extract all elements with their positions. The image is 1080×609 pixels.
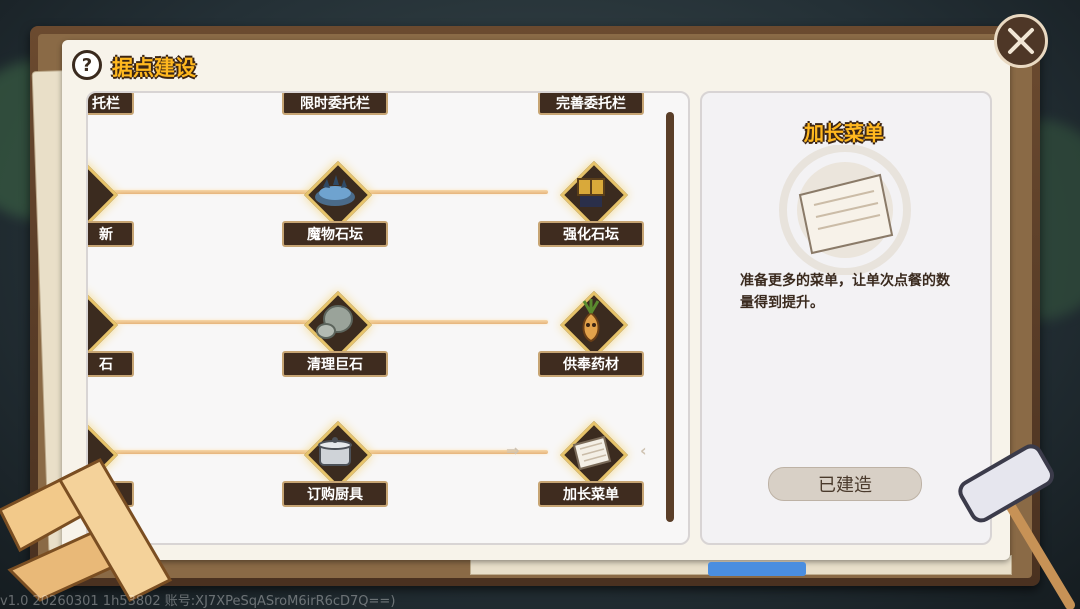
- tree-node[interactable]: [88, 291, 118, 359]
- close-button[interactable]: [994, 14, 1048, 68]
- page-indicator: [708, 562, 806, 576]
- help-button[interactable]: ?: [72, 50, 102, 80]
- tree-node-label[interactable]: 魔物石坛: [282, 221, 388, 247]
- boulder-icon: [316, 305, 353, 339]
- enhance-altar-icon: [577, 178, 605, 207]
- selection-arrow-right-icon: ⇒: [506, 441, 520, 460]
- tree-node-label[interactable]: 石: [88, 351, 134, 377]
- menu-paper-large-icon: [779, 145, 911, 275]
- tree-node-label[interactable]: 清理巨石: [282, 351, 388, 377]
- tree-node-label[interactable]: 强化石坛: [538, 221, 644, 247]
- detail-title: 加长菜单: [804, 121, 884, 145]
- tree-node-label-selected[interactable]: 加长菜单: [538, 481, 644, 507]
- tree-node-label[interactable]: 托栏: [88, 93, 134, 115]
- tree-node-order-cookware[interactable]: [304, 421, 372, 489]
- page-title: 据点建设: [112, 56, 196, 80]
- tree-node-label[interactable]: 供奉药材: [538, 351, 644, 377]
- mandrake-icon: [582, 299, 600, 343]
- tree-node-monster-altar[interactable]: [304, 161, 372, 229]
- tree-node[interactable]: [88, 161, 118, 229]
- detail-description: 准备更多的菜单，让单次点餐的数量得到提升。: [740, 273, 950, 311]
- tree-node-label[interactable]: 订购厨具: [282, 481, 388, 507]
- monster-altar-icon: [315, 175, 355, 206]
- build-watermark: v1.0 20260301 1h53802 账号:XJ7XPeSqASroM6i…: [0, 594, 396, 609]
- tree-node-label[interactable]: 新: [88, 221, 134, 247]
- tree-node-enhance-altar[interactable]: [560, 161, 628, 229]
- hammer-icon: [958, 444, 1075, 609]
- cooking-pot-icon: [318, 437, 352, 466]
- close-icon: [1008, 28, 1034, 54]
- tree-node-label[interactable]: 限时委托栏: [282, 93, 388, 115]
- tree-node-herb-offering[interactable]: [560, 291, 628, 359]
- selection-arrow-left-icon: ‹: [640, 441, 647, 460]
- menu-paper-icon: [572, 435, 612, 471]
- tree-node-extend-menu[interactable]: [560, 421, 628, 489]
- wood-planks-icon: [0, 458, 173, 602]
- tree-node-label[interactable]: 完善委托栏: [538, 93, 644, 115]
- tree-node-clear-boulder[interactable]: [304, 291, 372, 359]
- built-status-button[interactable]: 已建造: [768, 467, 922, 501]
- tree-scrollbar[interactable]: [666, 112, 674, 522]
